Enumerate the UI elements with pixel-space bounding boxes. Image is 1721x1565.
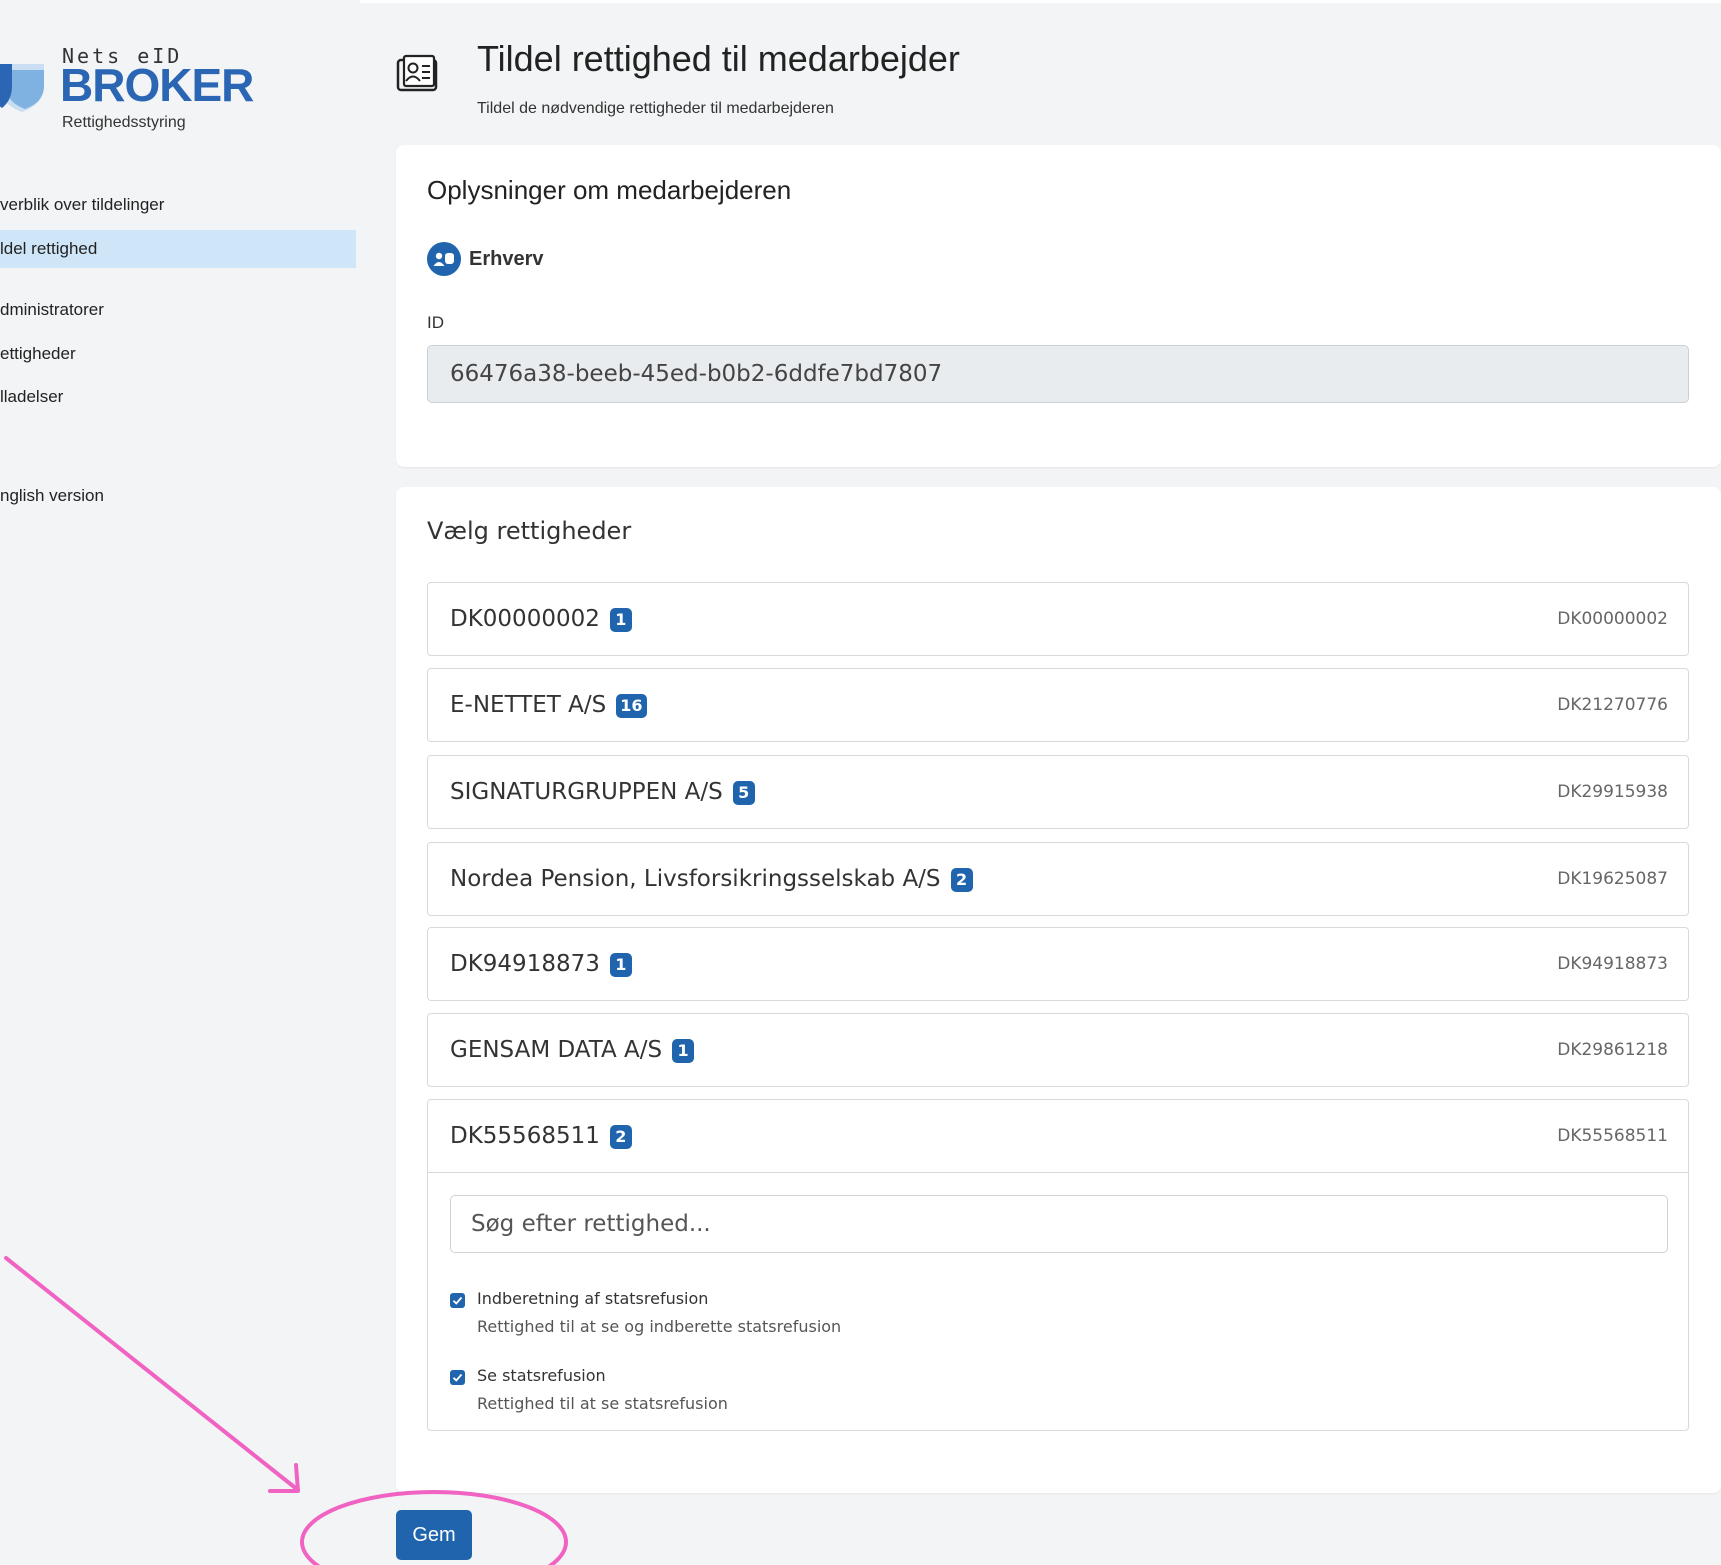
permission-title: Indberetning af statsrefusion bbox=[477, 1289, 709, 1308]
sidebar-item-rights[interactable]: ettigheder bbox=[0, 335, 356, 373]
organization-name-row: GENSAM DATA A/S 1 bbox=[450, 1014, 695, 1086]
organization-code: DK19625087 bbox=[1557, 869, 1668, 889]
count-badge: 1 bbox=[609, 952, 632, 977]
permission-checkbox[interactable] bbox=[450, 1293, 465, 1308]
count-badge: 1 bbox=[672, 1038, 695, 1063]
rights-card: Vælg rettigheder DK00000002 1 DK00000002 … bbox=[396, 487, 1721, 1493]
sidebar: Nets eID BROKER Rettighedsstyring verbli… bbox=[0, 0, 360, 1565]
organization-name-row: Nordea Pension, Livsforsikringsselskab A… bbox=[450, 843, 973, 915]
sidebar-item-english-version[interactable]: nglish version bbox=[0, 477, 356, 515]
organization-code: DK29861218 bbox=[1557, 1040, 1668, 1060]
organization-item[interactable]: DK00000002 1 DK00000002 bbox=[427, 582, 1689, 656]
organization-item[interactable]: Nordea Pension, Livsforsikringsselskab A… bbox=[427, 842, 1689, 916]
count-badge: 2 bbox=[609, 1124, 632, 1149]
sidebar-item-assign-right[interactable]: ldel rettighed bbox=[0, 230, 356, 268]
organization-name: Nordea Pension, Livsforsikringsselskab A… bbox=[450, 866, 941, 892]
rights-search-input[interactable] bbox=[450, 1195, 1668, 1253]
organization-name: E-NETTET A/S bbox=[450, 692, 607, 718]
employee-type: Erhverv bbox=[427, 241, 544, 277]
organization-item[interactable]: GENSAM DATA A/S 1 DK29861218 bbox=[427, 1013, 1689, 1087]
id-card-icon bbox=[396, 54, 438, 92]
organization-name-row: E-NETTET A/S 16 bbox=[450, 669, 647, 741]
organization-name-row: DK00000002 1 bbox=[450, 583, 632, 655]
check-icon bbox=[452, 1373, 463, 1382]
organization-name: SIGNATURGRUPPEN A/S bbox=[450, 779, 723, 805]
shield-logo-icon bbox=[0, 64, 44, 112]
permission-checkbox[interactable] bbox=[450, 1370, 465, 1385]
permission-title: Se statsrefusion bbox=[477, 1366, 606, 1385]
organization-name-row: DK94918873 1 bbox=[450, 928, 632, 1000]
business-user-icon bbox=[427, 242, 461, 276]
organization-code: DK00000002 bbox=[1557, 609, 1668, 629]
organization-name: DK94918873 bbox=[450, 951, 600, 977]
rights-heading: Vælg rettigheder bbox=[427, 517, 632, 545]
employee-info-heading: Oplysninger om medarbejderen bbox=[427, 175, 792, 205]
organization-item[interactable]: SIGNATURGRUPPEN A/S 5 DK29915938 bbox=[427, 755, 1689, 829]
organization-name: GENSAM DATA A/S bbox=[450, 1037, 663, 1063]
organization-name: DK55568511 bbox=[450, 1123, 600, 1149]
organization-code: DK29915938 bbox=[1557, 782, 1668, 802]
count-badge: 16 bbox=[616, 693, 647, 718]
page-title: Tildel rettighed til medarbejder bbox=[477, 38, 960, 79]
save-button[interactable]: Gem bbox=[396, 1510, 472, 1560]
organization-item[interactable]: E-NETTET A/S 16 DK21270776 bbox=[427, 668, 1689, 742]
employee-info-card: Oplysninger om medarbejderen Erhverv ID … bbox=[396, 145, 1721, 467]
sidebar-item-administrators[interactable]: dministratorer bbox=[0, 291, 356, 329]
sidebar-item-permissions[interactable]: lladelser bbox=[0, 378, 356, 416]
organization-name-row: SIGNATURGRUPPEN A/S 5 bbox=[450, 756, 755, 828]
logo-main-text: BROKER bbox=[60, 59, 254, 111]
organization-name: DK00000002 bbox=[450, 606, 600, 632]
organization-code: DK55568511 bbox=[1557, 1126, 1668, 1146]
organization-code: DK94918873 bbox=[1557, 954, 1668, 974]
organization-item[interactable]: DK94918873 1 DK94918873 bbox=[427, 927, 1689, 1001]
page-subtitle: Tildel de nødvendige rettigheder til med… bbox=[477, 100, 834, 117]
organization-item-header[interactable]: DK55568511 2 DK55568511 bbox=[428, 1100, 1688, 1173]
organization-item-expanded: DK55568511 2 DK55568511 Indberetning af s… bbox=[427, 1099, 1689, 1431]
logo: Nets eID BROKER Rettighedsstyring bbox=[0, 40, 260, 140]
sidebar-item-overview[interactable]: verblik over tildelinger bbox=[0, 186, 356, 224]
count-badge: 1 bbox=[609, 607, 632, 632]
employee-type-label: Erhverv bbox=[469, 247, 544, 270]
id-label: ID bbox=[427, 313, 444, 332]
check-icon bbox=[452, 1296, 463, 1305]
logo-sub-text: Rettighedsstyring bbox=[62, 114, 186, 131]
organization-code: DK21270776 bbox=[1557, 695, 1668, 715]
permission-description: Rettighed til at se og indberette statsr… bbox=[477, 1317, 842, 1336]
count-badge: 2 bbox=[950, 867, 973, 892]
permission-description: Rettighed til at se statsrefusion bbox=[477, 1394, 728, 1413]
count-badge: 5 bbox=[732, 780, 755, 805]
id-field: 66476a38-beeb-45ed-b0b2-6ddfe7bd7807 bbox=[427, 345, 1689, 403]
organization-name-row: DK55568511 2 bbox=[450, 1100, 632, 1172]
